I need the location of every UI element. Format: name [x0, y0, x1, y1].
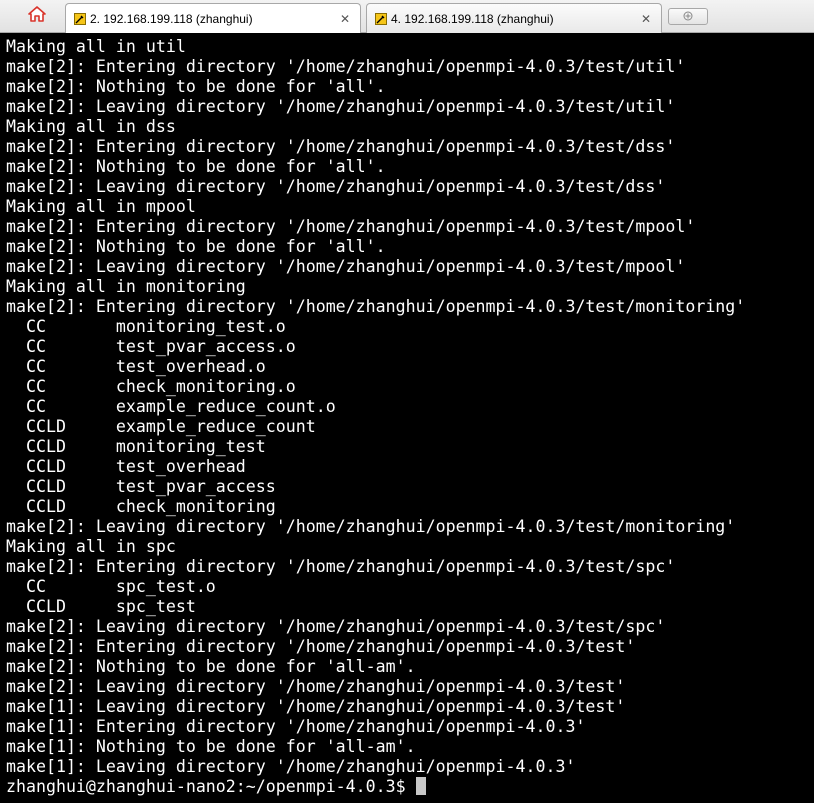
terminal-line: make[2]: Leaving directory '/home/zhangh… — [6, 517, 736, 536]
terminal-session-icon — [375, 12, 387, 25]
terminal-line: CC test_pvar_access.o — [6, 337, 296, 356]
terminal-line: make[2]: Leaving directory '/home/zhangh… — [6, 257, 686, 276]
terminal-line: CC example_reduce_count.o — [6, 397, 336, 416]
terminal-line: make[2]: Nothing to be done for 'all'. — [6, 157, 386, 176]
terminal-line: make[1]: Leaving directory '/home/zhangh… — [6, 757, 576, 776]
terminal-line: Making all in dss — [6, 117, 176, 136]
terminal-line: make[2]: Entering directory '/home/zhang… — [6, 137, 676, 156]
terminal-line: make[2]: Leaving directory '/home/zhangh… — [6, 677, 626, 696]
text-cursor — [415, 777, 426, 795]
terminal-line: Making all in mpool — [6, 197, 196, 216]
tab-label: 2. 192.168.199.118 (zhanghui) — [90, 11, 253, 26]
terminal-line: make[2]: Entering directory '/home/zhang… — [6, 57, 686, 76]
terminal-line: make[2]: Leaving directory '/home/zhangh… — [6, 97, 676, 116]
tab-session-4[interactable]: 4. 192.168.199.118 (zhanghui) ✕ — [366, 3, 662, 33]
terminal-line: Making all in util — [6, 37, 186, 56]
terminal-line: CCLD spc_test — [6, 597, 196, 616]
terminal-line: make[2]: Entering directory '/home/zhang… — [6, 557, 676, 576]
terminal-line: Making all in monitoring — [6, 277, 246, 296]
terminal-line: CC monitoring_test.o — [6, 317, 286, 336]
terminal-line: CCLD test_pvar_access — [6, 477, 276, 496]
home-button[interactable] — [20, 4, 54, 28]
terminal-line: CC spc_test.o — [6, 577, 216, 596]
terminal-line: make[2]: Leaving directory '/home/zhangh… — [6, 177, 666, 196]
prompt-line[interactable]: zhanghui@zhanghui-nano2:~/openmpi-4.0.3$ — [6, 777, 814, 797]
new-tab-icon — [683, 8, 693, 26]
terminal-line: make[2]: Nothing to be done for 'all'. — [6, 237, 386, 256]
terminal-line: make[1]: Leaving directory '/home/zhangh… — [6, 697, 626, 716]
new-tab-button[interactable] — [668, 8, 708, 25]
close-icon[interactable]: ✕ — [639, 12, 653, 26]
tab-label: 4. 192.168.199.118 (zhanghui) — [391, 11, 554, 26]
terminal-line: CCLD test_overhead — [6, 457, 246, 476]
terminal-line: CCLD monitoring_test — [6, 437, 266, 456]
terminal-line: CC test_overhead.o — [6, 357, 266, 376]
terminal-line: make[2]: Entering directory '/home/zhang… — [6, 297, 746, 316]
terminal-line: Making all in spc — [6, 537, 176, 556]
terminal-line: make[1]: Nothing to be done for 'all-am'… — [6, 737, 416, 756]
shell-prompt: zhanghui@zhanghui-nano2:~/openmpi-4.0.3$ — [6, 777, 416, 796]
terminal-line: CC check_monitoring.o — [6, 377, 296, 396]
terminal-line: make[1]: Entering directory '/home/zhang… — [6, 717, 586, 736]
home-icon — [28, 5, 46, 27]
terminal-app: 2. 192.168.199.118 (zhanghui) ✕ 4. 192.1… — [0, 0, 814, 803]
terminal-output[interactable]: Making all in util make[2]: Entering dire… — [0, 33, 814, 803]
terminal-line: make[2]: Entering directory '/home/zhang… — [6, 637, 636, 656]
terminal-line: make[2]: Entering directory '/home/zhang… — [6, 217, 696, 236]
terminal-line: CCLD check_monitoring — [6, 497, 276, 516]
close-icon[interactable]: ✕ — [338, 12, 352, 26]
terminal-line: make[2]: Nothing to be done for 'all-am'… — [6, 657, 416, 676]
terminal-line: make[2]: Leaving directory '/home/zhangh… — [6, 617, 666, 636]
terminal-session-icon — [74, 12, 86, 25]
tab-bar: 2. 192.168.199.118 (zhanghui) ✕ 4. 192.1… — [0, 0, 814, 33]
tab-session-2[interactable]: 2. 192.168.199.118 (zhanghui) ✕ — [65, 3, 361, 33]
terminal-line: make[2]: Nothing to be done for 'all'. — [6, 77, 386, 96]
terminal-line: CCLD example_reduce_count — [6, 417, 316, 436]
